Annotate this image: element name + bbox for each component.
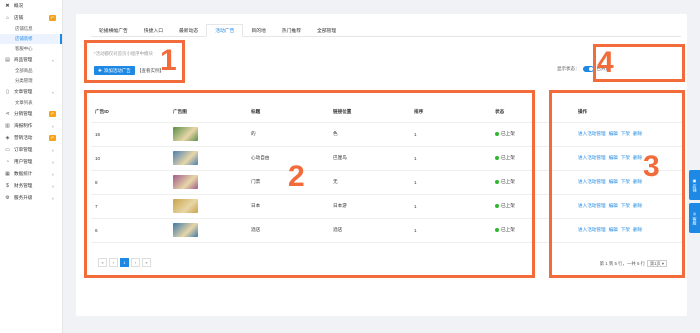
annotation-box-2	[84, 90, 535, 278]
sidebar-subitem[interactable]: 店铺信息	[0, 24, 62, 34]
sidebar-icon: ▭	[5, 147, 10, 153]
sidebar-item-label: 订单管理	[14, 147, 33, 152]
sidebar-icon: ◈	[5, 135, 10, 141]
sidebar-icon: ▥	[5, 123, 10, 129]
tab-5[interactable]: 热门推荐	[274, 24, 309, 36]
pro-badge: P	[49, 135, 56, 141]
annotation-number-1: 1	[160, 44, 177, 77]
sidebar-item-10[interactable]: $ 财务管理 ˅	[0, 180, 62, 192]
sidebar-item-11[interactable]: ⚙ 服务升级 ˅	[0, 192, 62, 204]
sidebar-item-8[interactable]: ◔ 用户管理 ˅	[0, 156, 62, 168]
sidebar-icon: ⌂	[5, 15, 10, 21]
sidebar-subitem[interactable]: 店铺装修	[0, 34, 62, 44]
tab-0[interactable]: 轮播横幅广告	[91, 24, 136, 36]
sidebar-item-label: 海报制作	[14, 123, 33, 128]
sidebar-subitem[interactable]: 文章列表	[0, 98, 62, 108]
headset-icon: ◎	[692, 211, 697, 216]
pro-badge: P	[49, 111, 56, 117]
float-service-button[interactable]: ◎ 客服	[689, 203, 700, 233]
tab-4[interactable]: 目的地	[243, 24, 273, 36]
tab-2[interactable]: 最新动态	[171, 24, 206, 36]
sidebar-item-label: 数据统计	[14, 171, 33, 176]
float-service-label: 客服	[692, 217, 698, 225]
sidebar-item-0[interactable]: ✖ 概况	[0, 0, 62, 12]
float-store-button[interactable]: ▣ 店铺	[689, 170, 700, 200]
sidebar-subitem[interactable]: 客服中心	[0, 44, 62, 54]
sidebar-item-label: 财务管理	[14, 183, 33, 188]
status-toggle[interactable]	[582, 66, 594, 72]
sidebar-item-label: 分销管理	[14, 111, 33, 116]
sidebar-icon: ✖	[5, 3, 10, 9]
sidebar-item-label: 文章管理	[14, 89, 33, 94]
sidebar-subitem[interactable]: 分类管理	[0, 76, 62, 86]
chevron-icon: ˄	[51, 89, 54, 95]
sidebar-icon: ▤	[5, 57, 10, 63]
sidebar-item-2[interactable]: ▤ 商品管理 ˄	[0, 54, 62, 66]
chevron-icon: ˅	[51, 159, 54, 165]
sidebar-subitem[interactable]: 全部商品	[0, 66, 62, 76]
sidebar-item-9[interactable]: ▦ 数据统计 ˅	[0, 168, 62, 180]
sidebar: ✖ 概况 ⌂ 店铺 P ˄ 店铺信息 店铺装修 客服中心 ▤ 商品管理 ˄ 全部商品 分类管理 ▯ 文章管理 ˄…	[0, 0, 63, 333]
sidebar-item-6[interactable]: ◈ 营销活动 P	[0, 132, 62, 144]
sidebar-icon: ⚙	[5, 195, 10, 201]
chevron-icon: ˄	[51, 15, 54, 21]
sidebar-icon: ▯	[6, 89, 9, 95]
sidebar-item-label: 用户管理	[14, 159, 33, 164]
sidebar-item-label: 商品管理	[14, 57, 33, 62]
sidebar-icon: ▦	[5, 171, 10, 177]
sidebar-item-7[interactable]: ▭ 订单管理 ˅	[0, 144, 62, 156]
sidebar-item-4[interactable]: ⋖ 分销管理 P	[0, 108, 62, 120]
store-icon: ▣	[692, 178, 697, 183]
annotation-number-3: 3	[643, 150, 660, 183]
annotation-number-4: 4	[597, 46, 614, 79]
sidebar-item-1[interactable]: ⌂ 店铺 P ˄	[0, 12, 62, 24]
sidebar-item-label: 营销活动	[14, 135, 33, 140]
annotation-number-2: 2	[288, 160, 305, 193]
chevron-icon: ˅	[51, 171, 54, 177]
sidebar-icon: ⋖	[5, 111, 10, 117]
sidebar-item-label: 店铺	[14, 15, 24, 20]
sidebar-icon: ◔	[5, 159, 10, 165]
sidebar-item-3[interactable]: ▯ 文章管理 ˄	[0, 86, 62, 98]
chevron-icon: ˅	[51, 147, 54, 153]
sidebar-item-5[interactable]: ▥ 海报制作 ˅	[0, 120, 62, 132]
tab-6[interactable]: 全部管理	[309, 24, 344, 36]
annotation-box-3	[549, 90, 685, 278]
sidebar-item-label: 概况	[14, 3, 24, 8]
sidebar-item-label: 服务升级	[14, 195, 33, 200]
float-store-label: 店铺	[692, 184, 698, 192]
chevron-icon: ˅	[51, 183, 54, 189]
tab-bar: 轮播横幅广告 快捷入口 最新动态 活动广告 目的地 热门推荐 全部管理	[91, 24, 681, 37]
tab-1[interactable]: 快捷入口	[136, 24, 171, 36]
chevron-icon: ˅	[51, 123, 54, 129]
status-label: 显示状态：	[557, 66, 580, 71]
tab-3[interactable]: 活动广告	[206, 24, 244, 37]
chevron-icon: ˄	[51, 57, 54, 63]
chevron-icon: ˅	[51, 195, 54, 201]
sidebar-icon: $	[6, 183, 9, 189]
